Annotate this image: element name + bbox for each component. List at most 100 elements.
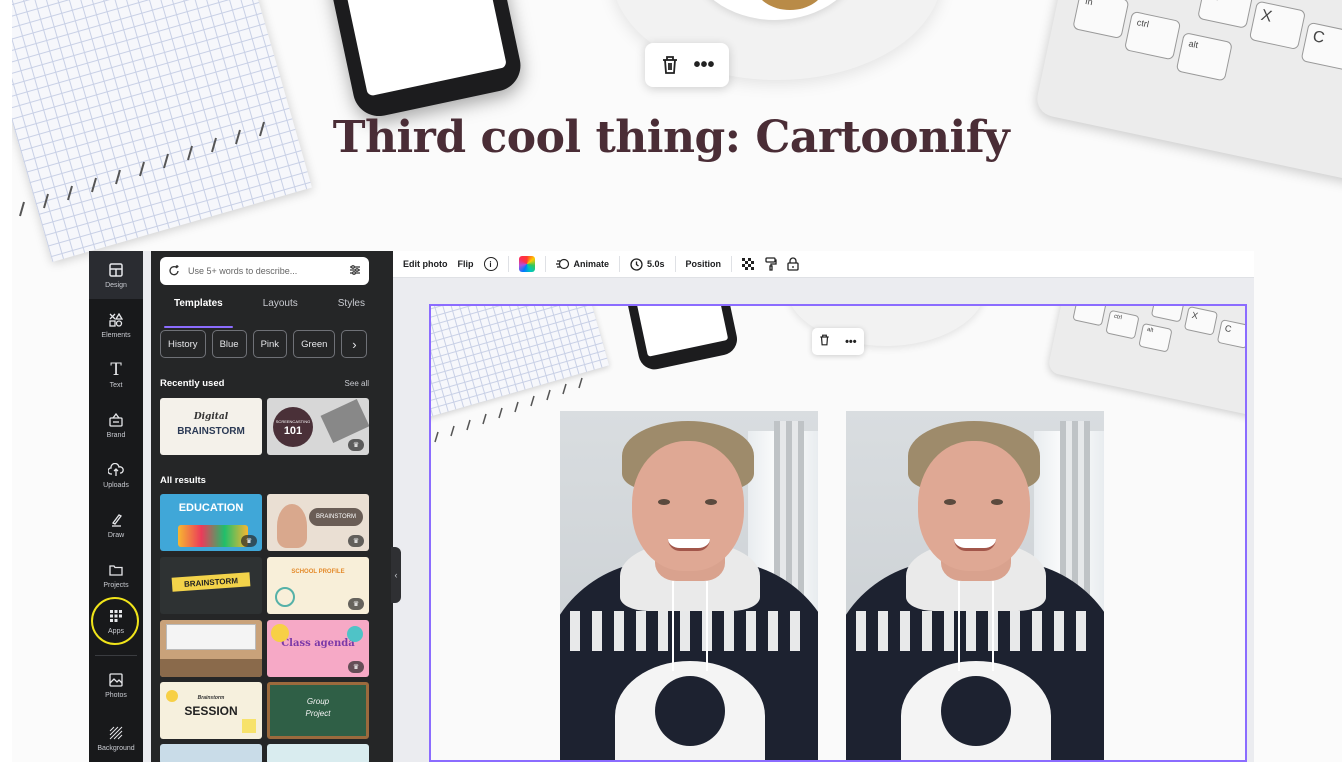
flip-button[interactable]: Flip — [458, 259, 474, 269]
template-search-input[interactable]: Use 5+ words to describe... — [160, 257, 369, 285]
template-thumbnail[interactable]: BRAINSTORM ♛ — [267, 494, 369, 551]
rail-item-label: Draw — [107, 532, 125, 539]
design-canvas-page[interactable]: Z X C fn ctrl alt ••• — [429, 304, 1247, 762]
rail-item-text[interactable]: T Text — [89, 351, 143, 399]
transparency-icon[interactable] — [742, 257, 755, 271]
chip-history[interactable]: History — [160, 330, 206, 358]
rail-item-uploads[interactable]: Uploads — [89, 451, 143, 499]
position-button[interactable]: Position — [686, 259, 722, 269]
paint-roller-icon[interactable] — [765, 257, 777, 271]
info-icon[interactable]: i — [483, 257, 498, 271]
rail-item-design[interactable]: Design — [89, 251, 143, 299]
brand-icon — [107, 411, 125, 429]
canva-editor-screenshot: Design Elements T Text Brand Uploads Dra… — [89, 251, 1254, 762]
slide-element-toolbar: ••• — [645, 43, 729, 87]
phone-image — [324, 0, 526, 121]
tab-templates[interactable]: Templates — [164, 296, 233, 328]
rail-item-label: Text — [109, 382, 123, 389]
filter-icon[interactable] — [349, 264, 361, 279]
template-thumbnail[interactable]: Digital BRAINSTORM — [160, 398, 262, 455]
more-options-icon[interactable]: ••• — [845, 336, 857, 348]
section-title: All results — [160, 475, 206, 486]
presentation-slide: Z X C fn ctrl alt ••• Third cool thing: … — [0, 0, 1342, 762]
canvas-element-toolbar: ••• — [812, 328, 864, 355]
rail-item-elements[interactable]: Elements — [89, 301, 143, 349]
lock-icon[interactable] — [787, 257, 799, 271]
premium-crown-icon: ♛ — [348, 439, 364, 451]
animate-button[interactable]: Animate — [555, 258, 610, 270]
animate-label: Animate — [573, 259, 610, 269]
rail-item-label: Uploads — [103, 482, 129, 489]
slide-title: Third cool thing: Cartoonify — [332, 112, 1010, 163]
chevron-right-icon[interactable]: › — [341, 330, 368, 358]
template-thumbnail[interactable]: SCREENCASTING 101 ♛ — [267, 398, 369, 455]
chip-blue[interactable]: Blue — [211, 330, 247, 358]
filter-chips: History Blue Pink Green › — [160, 330, 375, 358]
template-thumbnail[interactable]: Brainstorm SESSION — [160, 682, 262, 739]
folder-icon — [107, 561, 125, 579]
cloud-upload-icon — [107, 461, 125, 479]
keyboard-key: fn — [1072, 0, 1130, 40]
trash-icon[interactable] — [658, 53, 682, 77]
all-results-header: All results — [160, 475, 369, 486]
premium-crown-icon: ♛ — [241, 535, 257, 547]
clock-icon — [630, 257, 643, 271]
magic-search-icon — [168, 264, 182, 278]
rail-item-label: Background — [97, 745, 135, 752]
panel-tabs: Templates Layouts Styles — [160, 296, 369, 328]
image-toolbar: Edit photo Flip i Animate 5.0s Position — [393, 251, 1254, 278]
tab-styles[interactable]: Styles — [334, 296, 369, 320]
rail-item-draw[interactable]: Draw — [89, 501, 143, 549]
phone-image — [622, 306, 740, 373]
chip-pink[interactable]: Pink — [252, 330, 288, 358]
section-title: Recently used — [160, 378, 225, 389]
search-placeholder: Use 5+ words to describe... — [188, 266, 298, 276]
keyboard-key: X — [1248, 0, 1307, 51]
color-swatch — [518, 256, 535, 272]
premium-crown-icon: ♛ — [348, 535, 364, 547]
pattern-icon — [107, 724, 125, 742]
portrait-photo[interactable] — [560, 411, 818, 760]
duration-button[interactable]: 5.0s — [630, 257, 665, 271]
template-thumbnail[interactable]: Class agenda ♛ — [267, 620, 369, 677]
rail-item-label: Elements — [101, 332, 131, 339]
rail-item-photos[interactable]: Photos — [89, 661, 143, 709]
templates-panel: Use 5+ words to describe... Templates La… — [151, 251, 450, 762]
rail-item-brand[interactable]: Brand — [89, 401, 143, 449]
rail-item-label: Photos — [105, 692, 127, 699]
see-all-link[interactable]: See all — [345, 379, 369, 388]
premium-crown-icon: ♛ — [348, 661, 364, 673]
more-options-icon[interactable]: ••• — [692, 53, 716, 77]
apps-highlight-circle — [91, 597, 139, 645]
edit-photo-button[interactable]: Edit photo — [403, 259, 448, 269]
keyboard-key: C — [1300, 21, 1342, 72]
rail-item-projects[interactable]: Projects — [89, 551, 143, 599]
tab-layouts[interactable]: Layouts — [259, 296, 302, 320]
duration-label: 5.0s — [647, 259, 665, 269]
keyboard-key: Z — [1197, 0, 1255, 29]
recently-used-header: Recently used See all — [160, 378, 369, 389]
image-icon — [107, 671, 125, 689]
text-icon: T — [110, 360, 122, 380]
pen-icon — [107, 511, 125, 529]
rail-item-label: Design — [105, 282, 127, 289]
shapes-icon — [107, 311, 125, 329]
rail-item-background[interactable]: Background — [89, 714, 143, 762]
template-thumbnail[interactable]: EDUCATION ♛ — [160, 494, 262, 551]
template-thumbnail[interactable] — [160, 620, 262, 677]
template-thumbnail[interactable]: BRAINSTORM — [160, 557, 262, 614]
keyboard-key: alt — [1175, 32, 1233, 82]
rail-item-label: Brand — [106, 432, 126, 439]
keyboard-image: Z X C fn ctrl alt — [1046, 306, 1245, 418]
layout-icon — [107, 261, 125, 279]
color-picker-button[interactable] — [518, 256, 535, 272]
cartoonified-photo[interactable] — [846, 411, 1104, 760]
collapse-panel-handle[interactable]: ‹ — [391, 547, 401, 603]
keyboard-key: ctrl — [1123, 10, 1182, 61]
animate-icon — [555, 258, 569, 270]
template-thumbnail[interactable]: SCHOOL PROFILE ♛ — [267, 557, 369, 614]
template-thumbnail[interactable]: Group Project — [267, 682, 369, 739]
trash-icon[interactable] — [819, 334, 830, 349]
premium-crown-icon: ♛ — [348, 598, 364, 610]
chip-green[interactable]: Green — [293, 330, 336, 358]
